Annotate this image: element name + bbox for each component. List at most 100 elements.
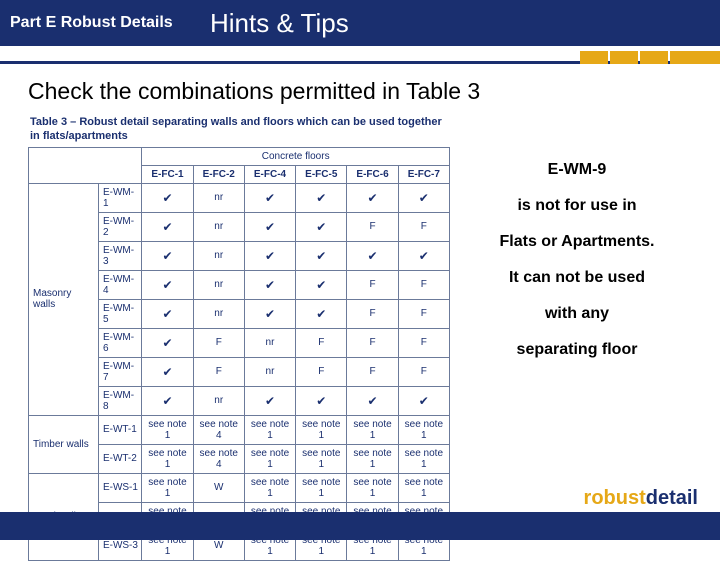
row-label: E-WM-3 bbox=[98, 241, 141, 270]
table-cell: nr bbox=[193, 386, 244, 415]
col-header: E-FC-5 bbox=[296, 165, 347, 183]
table-cell: ✔ bbox=[398, 183, 449, 212]
page-heading: Check the combinations permitted in Tabl… bbox=[28, 78, 692, 105]
table-cell: nr bbox=[244, 328, 295, 357]
table-cell: ✔ bbox=[142, 212, 193, 241]
table-cell: F bbox=[347, 212, 398, 241]
side-note-line: separating floor bbox=[462, 341, 692, 359]
table-cell: ✔ bbox=[142, 386, 193, 415]
row-label: E-WM-4 bbox=[98, 270, 141, 299]
table-cell: F bbox=[193, 357, 244, 386]
table-cell: ✔ bbox=[296, 386, 347, 415]
row-label: E-WM-8 bbox=[98, 386, 141, 415]
table-title: Table 3 – Robust detail separating walls… bbox=[28, 113, 450, 147]
table-row: Masonry wallsE-WM-1✔nr✔✔✔✔ bbox=[29, 183, 450, 212]
header-bar: Part E Robust Details Hints & Tips bbox=[0, 0, 720, 46]
table-cell: see note 1 bbox=[244, 473, 295, 502]
table-cell: see note 1 bbox=[142, 473, 193, 502]
table-row: Timber wallsE-WT-1see note 1see note 4se… bbox=[29, 415, 450, 444]
brand-logo: robustdetail bbox=[584, 487, 698, 510]
table-cell: nr bbox=[193, 212, 244, 241]
table-cell: F bbox=[347, 270, 398, 299]
table-cell: F bbox=[398, 299, 449, 328]
row-label: E-WS-1 bbox=[98, 473, 141, 502]
table-cell: nr bbox=[193, 299, 244, 328]
table-cell: ✔ bbox=[398, 386, 449, 415]
row-label: E-WM-5 bbox=[98, 299, 141, 328]
row-label: E-WM-2 bbox=[98, 212, 141, 241]
table-cell: F bbox=[296, 357, 347, 386]
table-cell: ✔ bbox=[398, 241, 449, 270]
table-cell: ✔ bbox=[244, 212, 295, 241]
table-cell: F bbox=[347, 328, 398, 357]
table-cell: ✔ bbox=[142, 270, 193, 299]
brand-left: robust bbox=[584, 487, 646, 509]
col-header: E-FC-4 bbox=[244, 165, 295, 183]
table-cell: see note 1 bbox=[244, 415, 295, 444]
col-header: E-FC-1 bbox=[142, 165, 193, 183]
table-cell: see note 1 bbox=[398, 444, 449, 473]
table-cell: ✔ bbox=[142, 299, 193, 328]
row-label: E-WM-6 bbox=[98, 328, 141, 357]
side-note-line: E-WM-9 bbox=[462, 161, 692, 179]
brand-right: detail bbox=[646, 487, 698, 509]
table-cell: ✔ bbox=[142, 241, 193, 270]
side-note-line: is not for use in bbox=[462, 197, 692, 215]
table-cell: ✔ bbox=[244, 386, 295, 415]
table-cell: F bbox=[347, 299, 398, 328]
table-cell: see note 1 bbox=[398, 473, 449, 502]
row-group-label: Masonry walls bbox=[29, 183, 99, 415]
table-row: Steel wallsE-WS-1see note 1Wsee note 1se… bbox=[29, 473, 450, 502]
table-cell: see note 1 bbox=[142, 415, 193, 444]
col-group-header: Concrete floors bbox=[142, 147, 450, 165]
table-cell: F bbox=[398, 357, 449, 386]
table-cell: ✔ bbox=[244, 183, 295, 212]
table-wrapper: Table 3 – Robust detail separating walls… bbox=[28, 113, 450, 561]
table-cell: see note 1 bbox=[244, 444, 295, 473]
table-cell: nr bbox=[193, 270, 244, 299]
table-cell: ✔ bbox=[244, 241, 295, 270]
col-header: E-FC-2 bbox=[193, 165, 244, 183]
table-cell: F bbox=[347, 357, 398, 386]
table-cell: nr bbox=[244, 357, 295, 386]
row-label: E-WM-1 bbox=[98, 183, 141, 212]
table-cell: ✔ bbox=[244, 270, 295, 299]
table-cell: see note 4 bbox=[193, 415, 244, 444]
table-cell: see note 1 bbox=[296, 473, 347, 502]
table-cell: F bbox=[398, 270, 449, 299]
table-cell: ✔ bbox=[296, 299, 347, 328]
table-cell: see note 1 bbox=[296, 415, 347, 444]
col-header: E-FC-7 bbox=[398, 165, 449, 183]
row-label: E-WT-1 bbox=[98, 415, 141, 444]
table-cell: ✔ bbox=[296, 183, 347, 212]
table-cell: F bbox=[193, 328, 244, 357]
table-cell: W bbox=[193, 473, 244, 502]
accent-tabs bbox=[580, 51, 720, 64]
row-group-label: Timber walls bbox=[29, 415, 99, 473]
table-cell: ✔ bbox=[347, 183, 398, 212]
table-cell: F bbox=[398, 212, 449, 241]
table-cell: F bbox=[296, 328, 347, 357]
side-note-line: It can not be used bbox=[462, 269, 692, 287]
table-cell: see note 1 bbox=[347, 444, 398, 473]
table-3: Concrete floors E-FC-1E-FC-2E-FC-4E-FC-5… bbox=[28, 147, 450, 561]
table-cell: ✔ bbox=[347, 241, 398, 270]
table-cell: ✔ bbox=[296, 212, 347, 241]
side-note: E-WM-9is not for use inFlats or Apartmen… bbox=[462, 113, 692, 377]
table-cell: F bbox=[398, 328, 449, 357]
footer-bar bbox=[0, 512, 720, 540]
header-title: Hints & Tips bbox=[210, 8, 349, 39]
table-cell: see note 1 bbox=[347, 415, 398, 444]
table-cell: ✔ bbox=[142, 357, 193, 386]
table-cell: ✔ bbox=[296, 241, 347, 270]
table-cell: see note 1 bbox=[142, 444, 193, 473]
table-cell: ✔ bbox=[142, 183, 193, 212]
row-label: E-WM-7 bbox=[98, 357, 141, 386]
col-header: E-FC-6 bbox=[347, 165, 398, 183]
header-left-text: Part E Robust Details bbox=[10, 14, 210, 32]
table-cell: nr bbox=[193, 183, 244, 212]
row-label: E-WT-2 bbox=[98, 444, 141, 473]
accent-bar bbox=[0, 46, 720, 64]
table-cell: see note 4 bbox=[193, 444, 244, 473]
table-cell: ✔ bbox=[142, 328, 193, 357]
